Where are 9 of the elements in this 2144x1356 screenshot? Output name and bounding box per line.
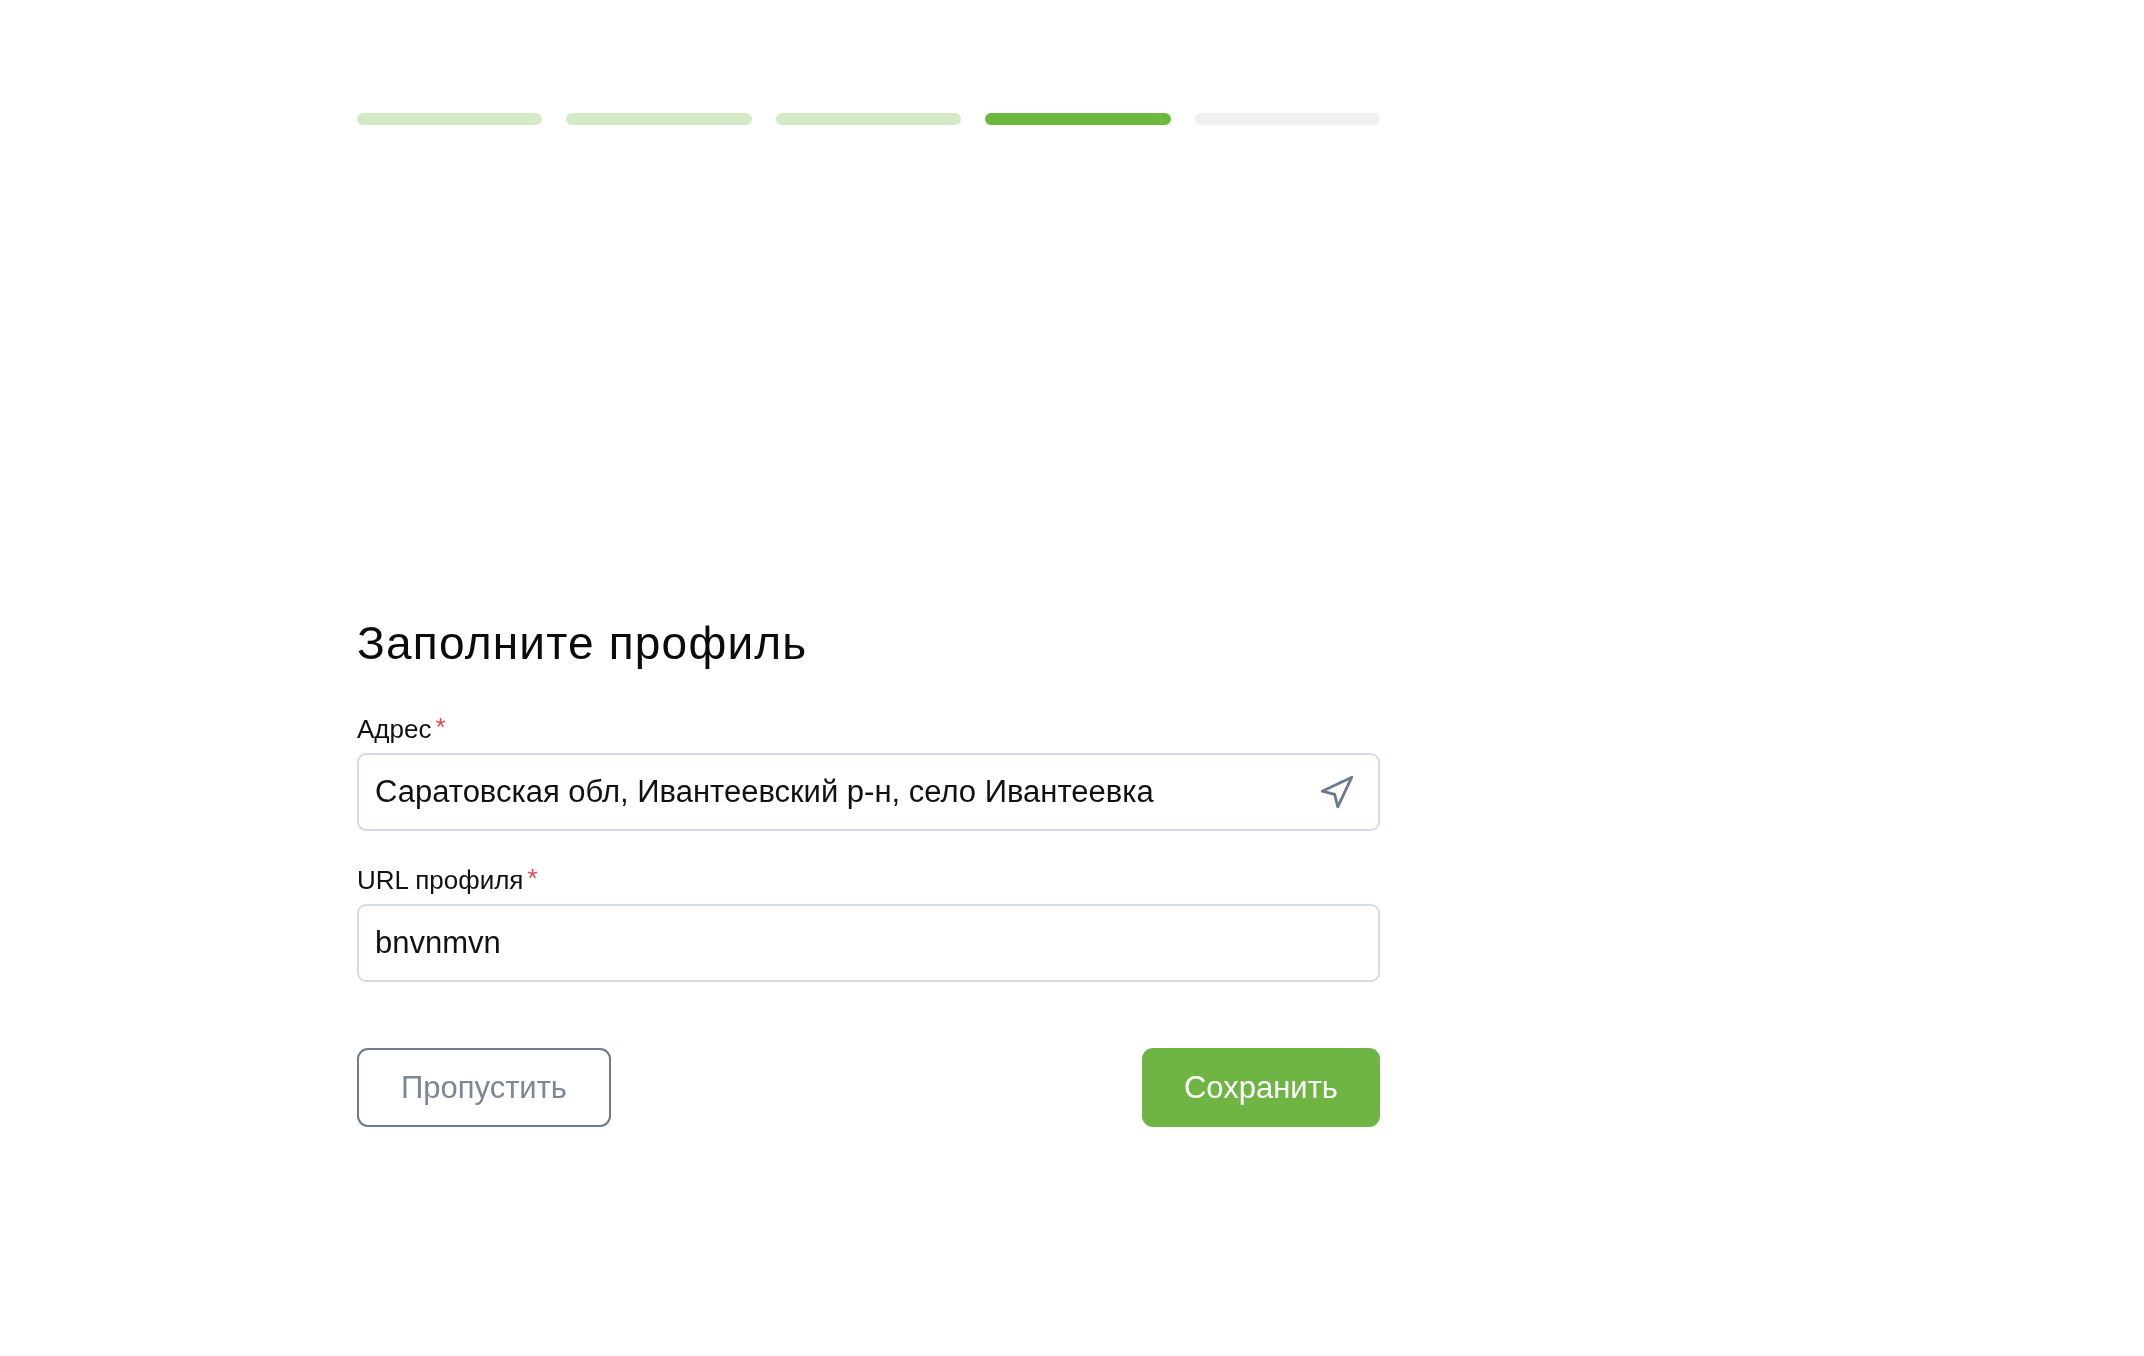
required-mark: *: [435, 713, 446, 741]
navigation-arrow-icon[interactable]: [1320, 775, 1354, 809]
address-field[interactable]: Саратовская обл, Ивантеевский р-н, село Ивантеевка: [357, 753, 1380, 831]
form-title: Заполните профиль: [357, 618, 809, 668]
field-label: URL профиля: [357, 864, 524, 896]
input-field[interactable]: bnvnmvn: [357, 904, 1380, 982]
field-label: Адрес: [357, 713, 432, 745]
skip-button[interactable]: Пропустить: [357, 1048, 611, 1127]
required-mark: *: [527, 864, 538, 892]
